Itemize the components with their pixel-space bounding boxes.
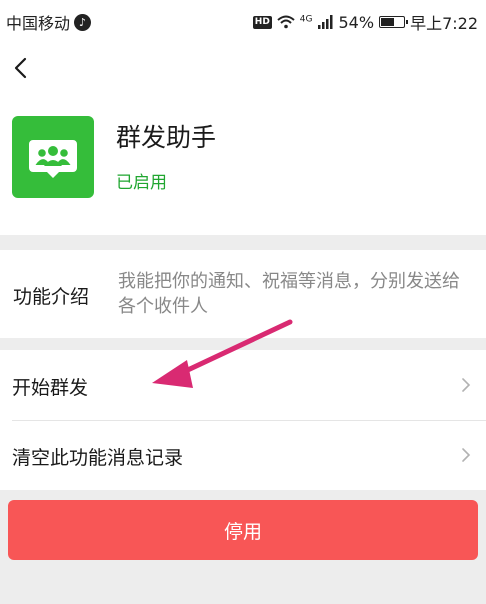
- clear-history-item[interactable]: 清空此功能消息记录: [0, 420, 486, 490]
- wifi-icon: [277, 15, 295, 29]
- tiktok-notification-icon: ♪: [74, 13, 92, 31]
- intro-text: 我能把你的通知、祝福等消息，分别发送给各个收件人: [118, 271, 460, 317]
- signal-icon: [317, 15, 332, 29]
- menu-list: 开始群发 清空此功能消息记录: [0, 350, 486, 490]
- hd-icon: HD: [252, 15, 272, 29]
- disable-button-label: 停用: [223, 520, 262, 543]
- disable-button[interactable]: 停用: [8, 500, 478, 560]
- group-send-app-icon: [12, 116, 94, 198]
- start-group-send-item[interactable]: 开始群发: [0, 350, 486, 421]
- carrier-name: 中国移动: [6, 14, 71, 33]
- status-time: 早上7:22: [410, 14, 478, 33]
- intro-section: 功能介绍 我能把你的通知、祝福等消息，分别发送给各个收件人: [0, 250, 486, 338]
- group-chat-icon: [29, 140, 77, 178]
- network-type: 4G: [299, 14, 313, 25]
- menu-item-label: 清空此功能消息记录: [12, 447, 184, 469]
- chevron-right-icon: [462, 448, 471, 462]
- chevron-right-icon: [462, 378, 471, 392]
- battery-icon: [379, 16, 409, 28]
- battery-percent: 54%: [338, 12, 375, 32]
- back-icon[interactable]: [10, 56, 34, 80]
- app-status: 已启用: [116, 173, 167, 193]
- carrier-group: 中国移动 ♪: [6, 10, 92, 34]
- app-header: 群发助手 已启用: [0, 42, 486, 235]
- status-indicators: HD 4G 54% 早上7:22: [252, 10, 478, 34]
- app-name: 群发助手: [116, 123, 217, 152]
- intro-label: 功能介绍: [13, 286, 90, 308]
- menu-item-label: 开始群发: [12, 377, 89, 399]
- status-bar: 中国移动 ♪ HD 4G 54% 早上7:22: [0, 0, 486, 42]
